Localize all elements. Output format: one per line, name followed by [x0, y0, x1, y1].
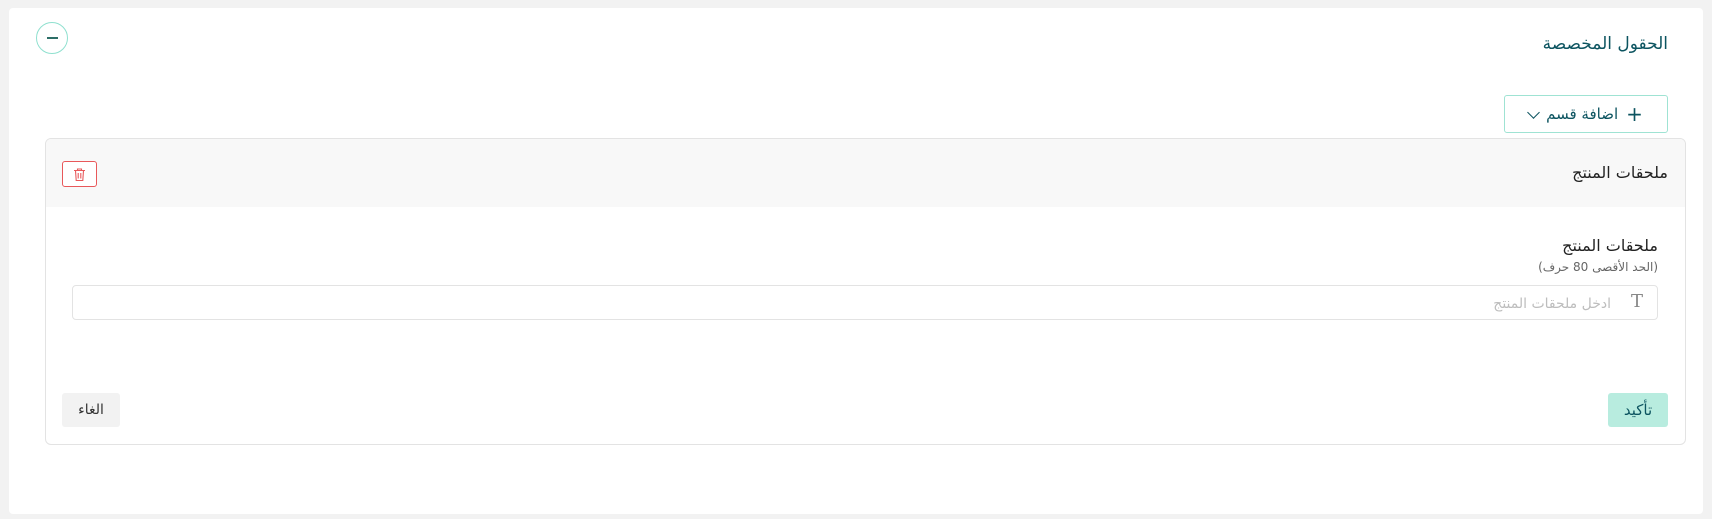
- collapse-button[interactable]: [36, 22, 68, 54]
- add-section-label: اضافة قسم: [1546, 105, 1619, 123]
- cancel-button[interactable]: الغاء: [62, 393, 120, 427]
- accessories-input-wrapper: T: [72, 285, 1658, 321]
- chevron-down-icon: [1527, 105, 1540, 119]
- field-hint: (الحد الأقصى 80 حرف): [1538, 260, 1658, 274]
- trash-icon: [74, 167, 85, 181]
- confirm-button[interactable]: تأكيد: [1608, 393, 1668, 427]
- add-section-button[interactable]: + اضافة قسم: [1504, 95, 1668, 133]
- section-title: ملحقات المنتج: [1572, 163, 1668, 182]
- page-title: الحقول المخصصة: [1542, 34, 1668, 54]
- accessories-input[interactable]: [81, 286, 1613, 321]
- section-header: ملحقات المنتج: [46, 139, 1685, 207]
- plus-icon: +: [1626, 102, 1643, 126]
- section-card: ملحقات المنتج ملحقات المنتج (الحد الأقصى…: [45, 138, 1686, 445]
- delete-section-button[interactable]: [62, 161, 97, 187]
- text-type-icon: T: [1630, 291, 1643, 312]
- field-label: ملحقات المنتج: [1562, 236, 1658, 255]
- custom-fields-panel: الحقول المخصصة + اضافة قسم ملحقات المنتج…: [9, 8, 1703, 514]
